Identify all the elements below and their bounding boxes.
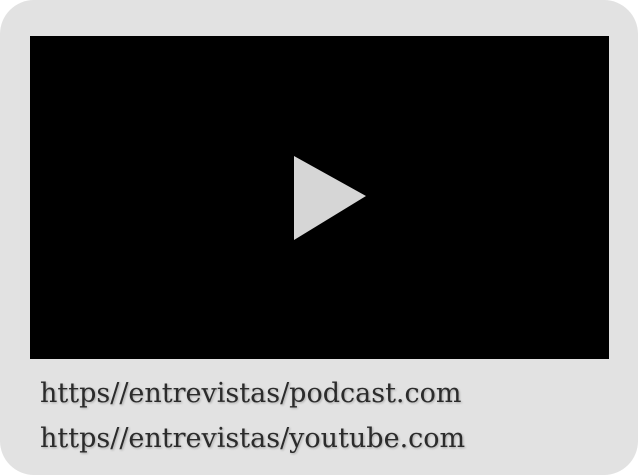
play-icon[interactable] — [292, 154, 368, 242]
youtube-link[interactable]: https//entrevistas/youtube.com — [40, 422, 465, 456]
video-player[interactable] — [30, 36, 609, 359]
media-card: https//entrevistas/podcast.com https//en… — [0, 0, 638, 475]
podcast-link[interactable]: https//entrevistas/podcast.com — [40, 377, 461, 411]
